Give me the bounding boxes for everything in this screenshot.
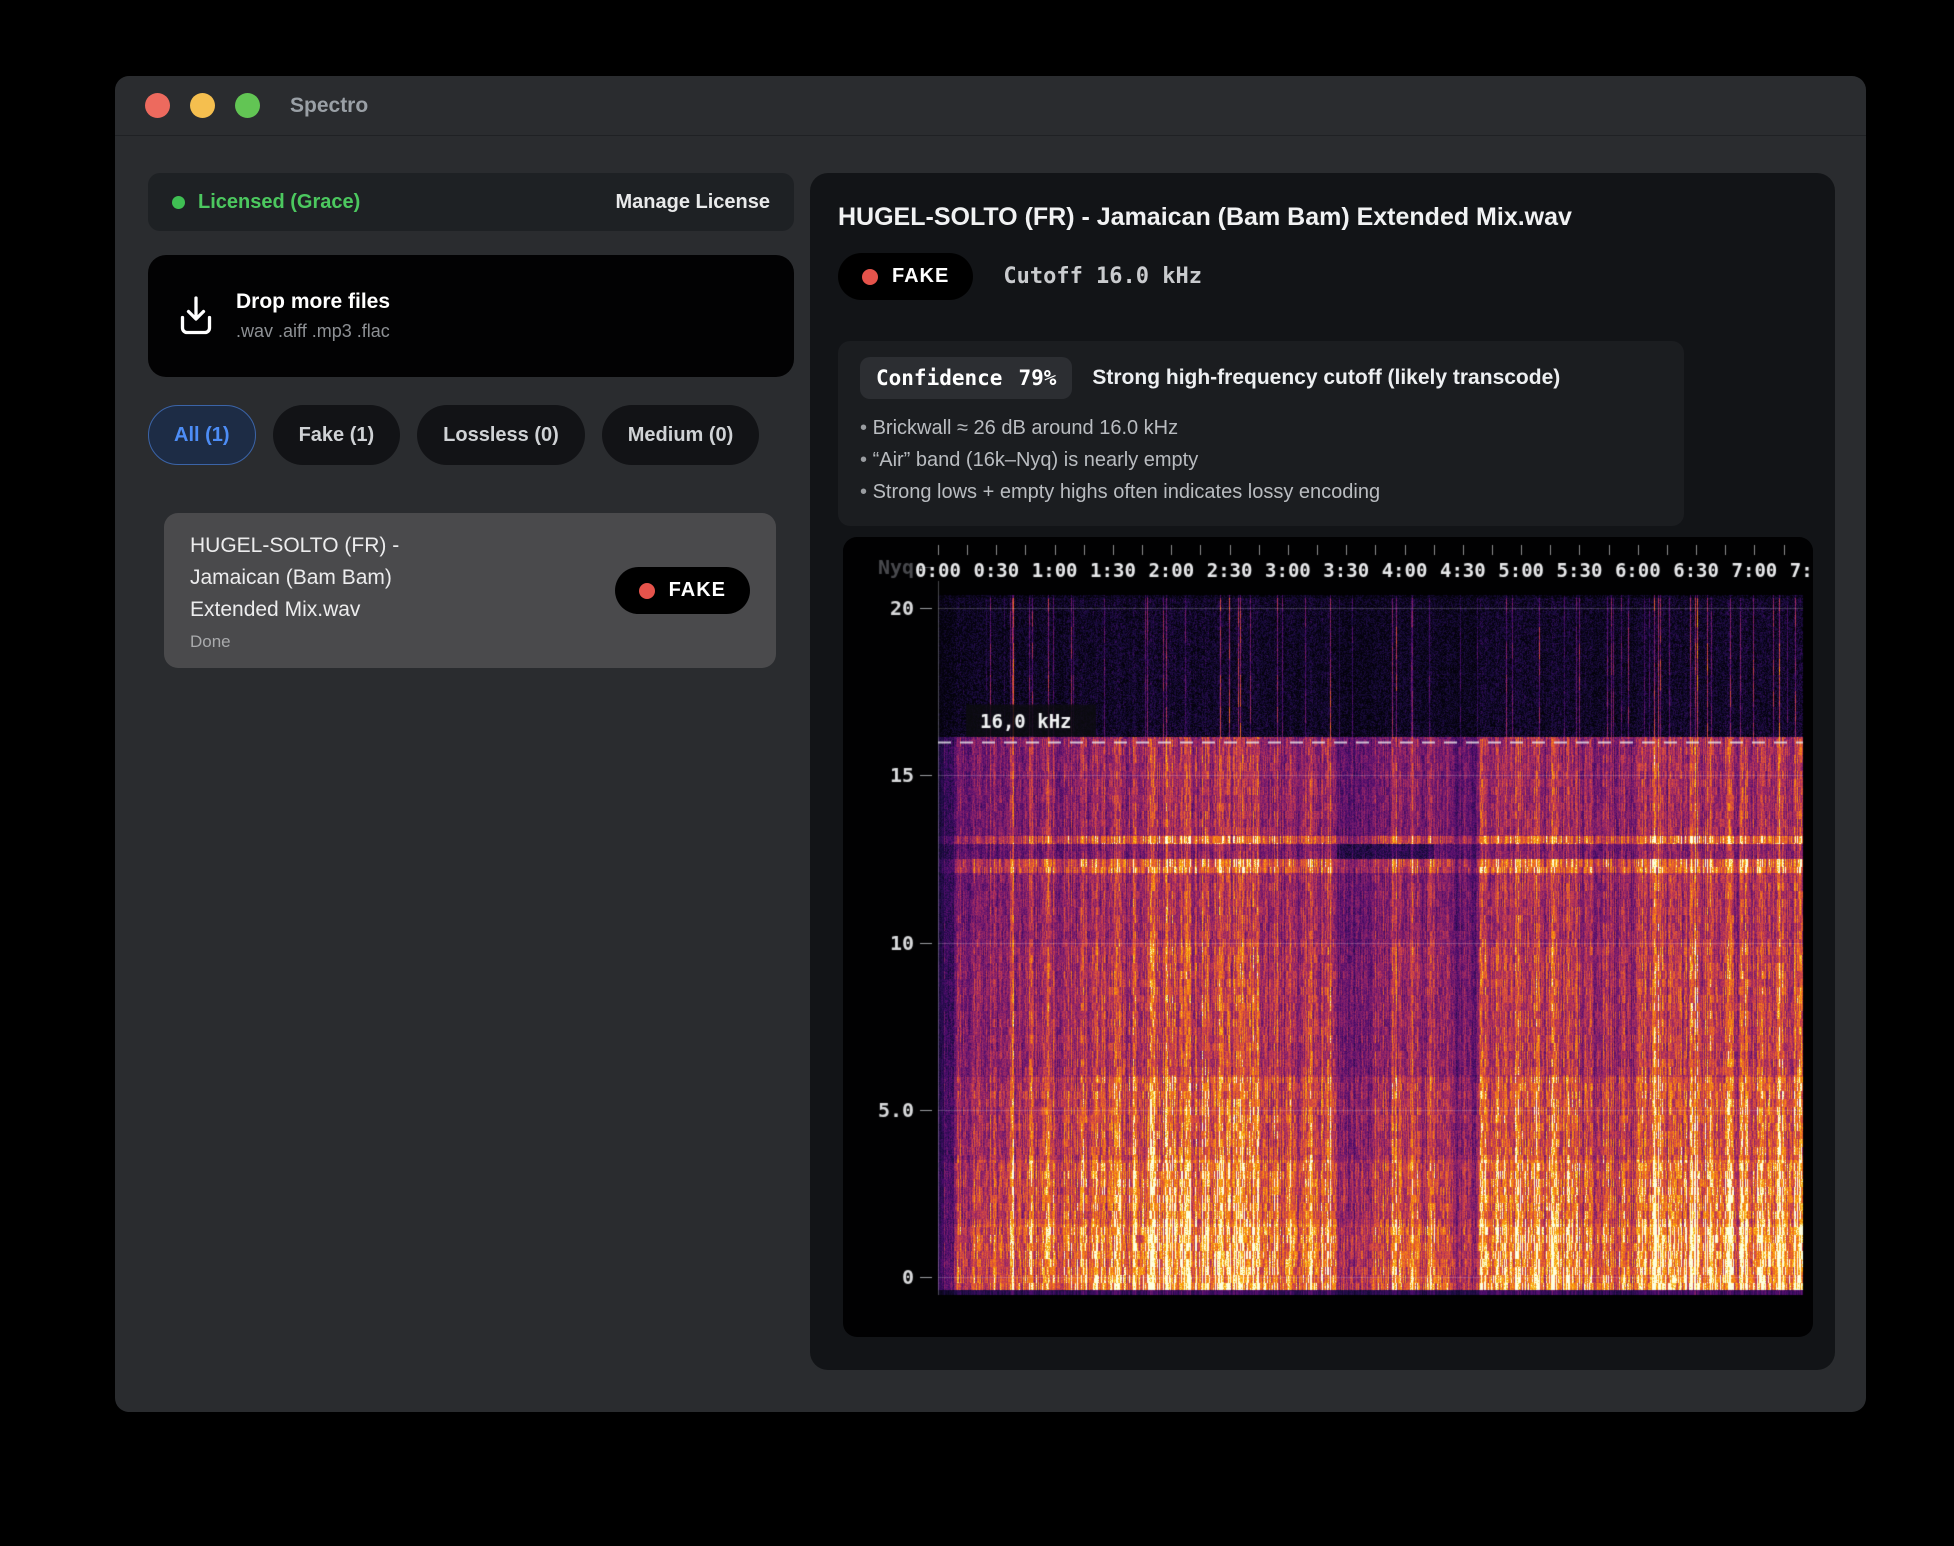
file-list-item[interactable]: HUGEL-SOLTO (FR) - Jamaican (Bam Bam) Ex… bbox=[164, 513, 776, 668]
filter-tabs: All (1) Fake (1) Lossless (0) Medium (0) bbox=[148, 405, 759, 465]
finding-item: Strong lows + empty highs often indicate… bbox=[860, 476, 1662, 508]
filter-medium[interactable]: Medium (0) bbox=[602, 405, 760, 465]
zoom-button[interactable] bbox=[235, 93, 260, 118]
close-button[interactable] bbox=[145, 93, 170, 118]
download-icon bbox=[178, 296, 214, 336]
window-title: Spectro bbox=[290, 94, 368, 118]
cutoff-readout: Cutoff 16.0 kHz bbox=[1003, 264, 1202, 289]
fake-dot-icon bbox=[862, 269, 878, 285]
finding-item: Brickwall ≈ 26 dB around 16.0 kHz bbox=[860, 412, 1662, 444]
desktop: Spectro Licensed (Grace) Manage License … bbox=[0, 0, 1954, 1546]
file-verdict-badge: FAKE bbox=[615, 567, 750, 614]
fake-dot-icon bbox=[639, 583, 655, 599]
spectrogram-card bbox=[843, 537, 1813, 1337]
filter-all[interactable]: All (1) bbox=[148, 405, 256, 465]
file-dropzone[interactable]: Drop more files .wav .aiff .mp3 .flac bbox=[148, 255, 794, 377]
license-status: Licensed (Grace) bbox=[198, 191, 360, 214]
file-info: HUGEL-SOLTO (FR) - Jamaican (Bam Bam) Ex… bbox=[190, 530, 450, 652]
file-name: HUGEL-SOLTO (FR) - Jamaican (Bam Bam) Ex… bbox=[190, 530, 450, 626]
manage-license-button[interactable]: Manage License bbox=[615, 191, 770, 214]
analysis-summary: Strong high-frequency cutoff (likely tra… bbox=[1092, 366, 1560, 390]
confidence-label: Confidence bbox=[876, 366, 1002, 390]
app-window: Spectro Licensed (Grace) Manage License … bbox=[115, 76, 1866, 1412]
finding-item: “Air” band (16k–Nyq) is nearly empty bbox=[860, 444, 1662, 476]
file-status: Done bbox=[190, 632, 450, 652]
filter-lossless[interactable]: Lossless (0) bbox=[417, 405, 585, 465]
confidence-badge: Confidence 79% bbox=[860, 357, 1072, 399]
analysis-summary-box: Confidence 79% Strong high-frequency cut… bbox=[838, 341, 1684, 526]
dropzone-formats: .wav .aiff .mp3 .flac bbox=[236, 321, 390, 342]
detail-title: HUGEL-SOLTO (FR) - Jamaican (Bam Bam) Ex… bbox=[838, 203, 1572, 232]
verdict-row: FAKE Cutoff 16.0 kHz bbox=[838, 253, 1202, 300]
confidence-value: 79% bbox=[1018, 366, 1056, 390]
spectrogram-canvas bbox=[843, 537, 1813, 1337]
detail-panel: HUGEL-SOLTO (FR) - Jamaican (Bam Bam) Ex… bbox=[810, 173, 1835, 1370]
file-verdict-label: FAKE bbox=[669, 579, 726, 602]
titlebar: Spectro bbox=[115, 76, 1866, 136]
analysis-header: Confidence 79% Strong high-frequency cut… bbox=[860, 357, 1662, 399]
filter-fake[interactable]: Fake (1) bbox=[273, 405, 401, 465]
dropzone-title: Drop more files bbox=[236, 290, 390, 314]
findings-list: Brickwall ≈ 26 dB around 16.0 kHz “Air” … bbox=[860, 412, 1662, 508]
detail-verdict-label: FAKE bbox=[892, 265, 949, 288]
minimize-button[interactable] bbox=[190, 93, 215, 118]
detail-verdict-badge: FAKE bbox=[838, 253, 973, 300]
dropzone-text: Drop more files .wav .aiff .mp3 .flac bbox=[236, 290, 390, 342]
traffic-lights bbox=[145, 93, 260, 118]
license-bar: Licensed (Grace) Manage License bbox=[148, 173, 794, 231]
license-status-dot-icon bbox=[172, 196, 185, 209]
